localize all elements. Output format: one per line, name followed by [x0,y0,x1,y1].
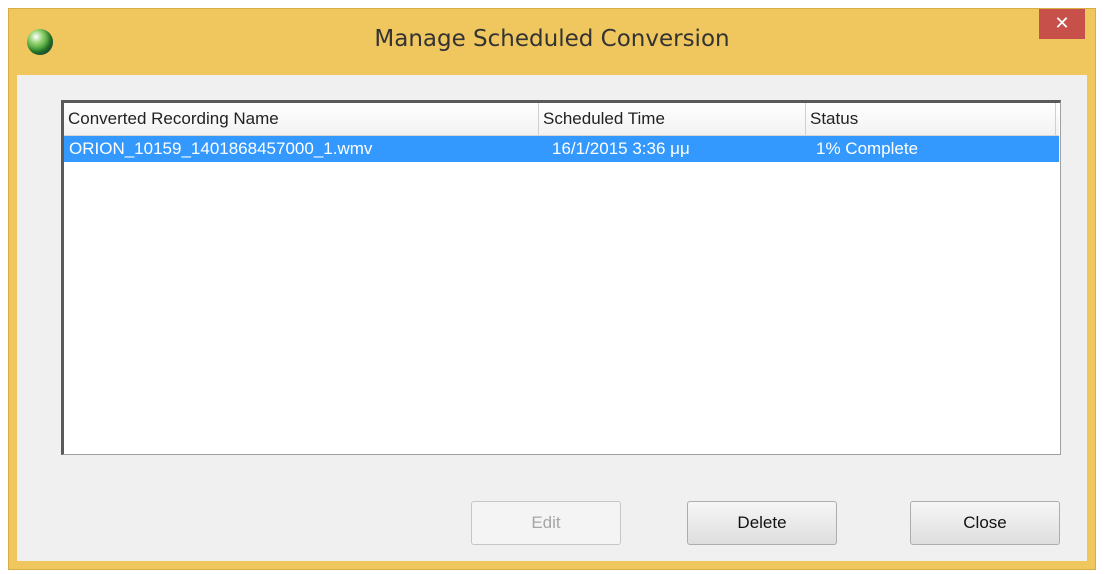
scheduled-time-cell: 16/1/2015 3:36 μμ [552,139,690,158]
manage-scheduled-conversion-dialog: Manage Scheduled Conversion ✕ Converted … [8,8,1096,570]
dialog-body: Converted Recording Name Scheduled Time … [17,75,1087,561]
delete-button[interactable]: Delete [687,501,837,545]
conversion-list[interactable]: Converted Recording Name Scheduled Time … [61,100,1061,455]
title-bar[interactable]: Manage Scheduled Conversion ✕ [9,9,1095,75]
list-header: Converted Recording Name Scheduled Time … [64,103,1059,136]
recording-name-cell: ORION_10159_1401868457000_1.wmv [69,139,373,158]
close-icon[interactable]: ✕ [1039,9,1085,39]
column-header-scheduled-time[interactable]: Scheduled Time [539,103,806,135]
column-header-status[interactable]: Status [806,103,1056,135]
column-header-name[interactable]: Converted Recording Name [64,103,539,135]
list-item[interactable]: ORION_10159_1401868457000_1.wmv 16/1/201… [64,136,1059,162]
status-cell: 1% Complete [816,139,919,158]
edit-button[interactable]: Edit [471,501,621,545]
close-button[interactable]: Close [910,501,1060,545]
dialog-title: Manage Scheduled Conversion [374,26,730,52]
